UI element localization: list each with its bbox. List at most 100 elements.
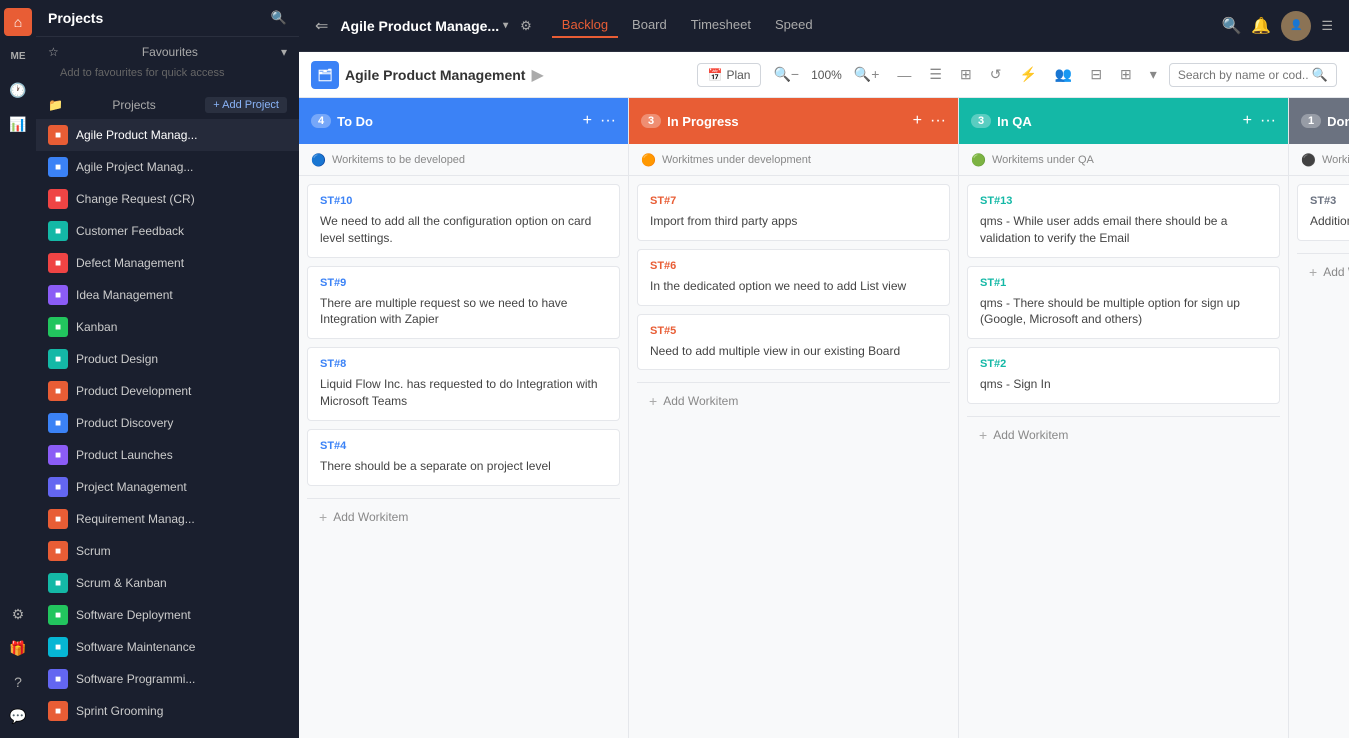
- gift-icon[interactable]: 🎁: [4, 634, 32, 662]
- search-icon[interactable]: 🔍: [1312, 67, 1328, 83]
- sidebar-item-change-request[interactable]: ■ Change Request (CR): [36, 183, 299, 215]
- project-icon-requirement: ■: [48, 509, 68, 529]
- tab-timesheet[interactable]: Timesheet: [681, 13, 761, 38]
- sidebar-item-scrum-kanban[interactable]: ■ Scrum & Kanban: [36, 567, 299, 599]
- card-st#10[interactable]: ST#10 We need to add all the configurati…: [307, 184, 620, 258]
- toolbar: 🗂 Agile Product Management ▶ 📅 Plan 🔍− 1…: [299, 52, 1349, 98]
- chevron-down-icon-btn[interactable]: ▾: [1144, 62, 1163, 87]
- project-label-agile-manage: Agile Product Manag...: [76, 128, 197, 142]
- projects-label: Projects: [112, 98, 155, 112]
- tab-board[interactable]: Board: [622, 13, 677, 38]
- nav-title-area[interactable]: Agile Product Manage... ▾: [340, 18, 508, 34]
- card-id-ST#10: ST#10: [320, 195, 607, 207]
- sidebar-item-product-launches[interactable]: ■ Product Launches: [36, 439, 299, 471]
- add-workitem-done[interactable]: + Add Workitem: [1297, 253, 1349, 290]
- add-workitem-inprogress[interactable]: + Add Workitem: [637, 382, 950, 419]
- tab-speed[interactable]: Speed: [765, 13, 823, 38]
- col-add-btn-inqa[interactable]: +: [1243, 112, 1252, 130]
- group-icon-btn[interactable]: 👥: [1049, 62, 1078, 87]
- sidebar-item-defect-management[interactable]: ■ Defect Management: [36, 247, 299, 279]
- add-workitem-inqa[interactable]: + Add Workitem: [967, 416, 1280, 453]
- add-project-button[interactable]: + Add Project: [205, 97, 287, 113]
- nav-avatar[interactable]: 👤: [1281, 11, 1311, 41]
- sidebar-search-icon[interactable]: 🔍: [271, 10, 287, 26]
- sidebar-item-project-management[interactable]: ■ Project Management: [36, 471, 299, 503]
- settings-icon[interactable]: ⚙: [4, 600, 32, 628]
- card-id-ST#4: ST#4: [320, 440, 607, 452]
- card-text-ST#1: qms - There should be multiple option fo…: [980, 295, 1267, 329]
- sidebar-item-software-maintenance[interactable]: ■ Software Maintenance: [36, 631, 299, 663]
- card-st#6[interactable]: ST#6 In the dedicated option we need to …: [637, 249, 950, 306]
- filter-icon-btn[interactable]: ⚡: [1013, 62, 1042, 87]
- nav-bell-icon[interactable]: 🔔: [1251, 16, 1271, 36]
- card-st#2[interactable]: ST#2 qms - Sign In: [967, 347, 1280, 404]
- nav-search-icon[interactable]: 🔍: [1222, 16, 1242, 36]
- col-menu-btn-inqa[interactable]: ···: [1260, 112, 1276, 130]
- toolbar-play-icon[interactable]: ▶: [531, 65, 543, 85]
- col-menu-btn-todo[interactable]: ···: [600, 112, 616, 130]
- nav-settings-icon[interactable]: ⚙: [520, 18, 532, 34]
- me-label[interactable]: ME: [4, 42, 32, 70]
- zoom-in-button[interactable]: 🔍+: [848, 62, 886, 87]
- sidebar-item-customer-feedback[interactable]: ■ Customer Feedback: [36, 215, 299, 247]
- tab-backlog[interactable]: Backlog: [552, 13, 618, 38]
- collapse-button[interactable]: —: [891, 63, 917, 87]
- card-st#5[interactable]: ST#5 Need to add multiple view in our ex…: [637, 314, 950, 371]
- sidebar-item-product-discovery[interactable]: ■ Product Discovery: [36, 407, 299, 439]
- nav-hamburger-icon[interactable]: ☰: [1321, 18, 1333, 34]
- favourites-header[interactable]: ☆ Favourites ▾: [48, 45, 287, 59]
- chart-icon[interactable]: 📊: [4, 110, 32, 138]
- list-icon-btn[interactable]: ☰: [923, 62, 948, 87]
- project-label-kanban: Kanban: [76, 320, 117, 334]
- project-label-idea-management: Idea Management: [76, 288, 173, 302]
- help-icon[interactable]: ?: [4, 668, 32, 696]
- sidebar-item-sprint-grooming[interactable]: ■ Sprint Grooming: [36, 695, 299, 727]
- col-desc-text-inprogress: Workitmes under development: [662, 154, 811, 166]
- refresh-icon-btn[interactable]: ↺: [984, 62, 1008, 87]
- col-desc-text-todo: Workitems to be developed: [332, 154, 465, 166]
- chat-icon[interactable]: 💬: [4, 702, 32, 730]
- add-workitem-icon-done: +: [1309, 264, 1317, 280]
- zoom-out-button[interactable]: 🔍−: [767, 62, 805, 87]
- project-label-change-request: Change Request (CR): [76, 192, 195, 206]
- col-desc-icon-inprogress: 🟠: [641, 153, 656, 167]
- card-st#13[interactable]: ST#13 qms - While user adds email there …: [967, 184, 1280, 258]
- sidebar-item-requirement[interactable]: ■ Requirement Manag...: [36, 503, 299, 535]
- card-st#3[interactable]: ST#3 Additional C...: [1297, 184, 1349, 241]
- grid-icon-btn[interactable]: ⊞: [954, 62, 978, 87]
- col-menu-btn-inprogress[interactable]: ···: [930, 112, 946, 130]
- project-list: ■ Agile Product Manag... ■ Agile Project…: [36, 119, 299, 738]
- sidebar-item-idea-management[interactable]: ■ Idea Management: [36, 279, 299, 311]
- add-workitem-todo[interactable]: + Add Workitem: [307, 498, 620, 535]
- col-add-btn-todo[interactable]: +: [583, 112, 592, 130]
- layout-icon-btn[interactable]: ⊞: [1114, 62, 1138, 87]
- columns-icon-btn[interactable]: ⊟: [1084, 62, 1108, 87]
- sidebar-item-scrum[interactable]: ■ Scrum: [36, 535, 299, 567]
- project-label-software-maintenance: Software Maintenance: [76, 640, 195, 654]
- card-st#8[interactable]: ST#8 Liquid Flow Inc. has requested to d…: [307, 347, 620, 421]
- nav-back-button[interactable]: ⇐: [315, 16, 328, 36]
- col-add-btn-inprogress[interactable]: +: [913, 112, 922, 130]
- sidebar-item-product-design[interactable]: ■ Product Design: [36, 343, 299, 375]
- toolbar-project-icon: 🗂: [311, 61, 339, 89]
- favourites-chevron-icon: ▾: [281, 45, 287, 59]
- projects-header: 📁 Projects + Add Project: [36, 91, 299, 119]
- toolbar-project: 🗂 Agile Product Management: [311, 61, 525, 89]
- sidebar-item-agile-project[interactable]: ■ Agile Project Manag...: [36, 151, 299, 183]
- sidebar-item-software-deployment[interactable]: ■ Software Deployment: [36, 599, 299, 631]
- card-st#7[interactable]: ST#7 Import from third party apps: [637, 184, 950, 241]
- sidebar-item-product-development[interactable]: ■ Product Development: [36, 375, 299, 407]
- sidebar-item-kanban[interactable]: ■ Kanban: [36, 311, 299, 343]
- project-icon-sprint-grooming: ■: [48, 701, 68, 721]
- col-header-left-inprogress: 3 In Progress: [641, 114, 739, 129]
- card-st#9[interactable]: ST#9 There are multiple request so we ne…: [307, 266, 620, 340]
- sidebar-item-agile-manage[interactable]: ■ Agile Product Manag...: [36, 119, 299, 151]
- plan-button[interactable]: 📅 Plan: [697, 63, 762, 87]
- home-icon[interactable]: ⌂: [4, 8, 32, 36]
- search-input[interactable]: [1178, 68, 1308, 82]
- card-st#4[interactable]: ST#4 There should be a separate on proje…: [307, 429, 620, 486]
- sidebar-item-software-programmi[interactable]: ■ Software Programmi...: [36, 663, 299, 695]
- card-st#1[interactable]: ST#1 qms - There should be multiple opti…: [967, 266, 1280, 340]
- clock-icon[interactable]: 🕐: [4, 76, 32, 104]
- project-icon-scrum-kanban: ■: [48, 573, 68, 593]
